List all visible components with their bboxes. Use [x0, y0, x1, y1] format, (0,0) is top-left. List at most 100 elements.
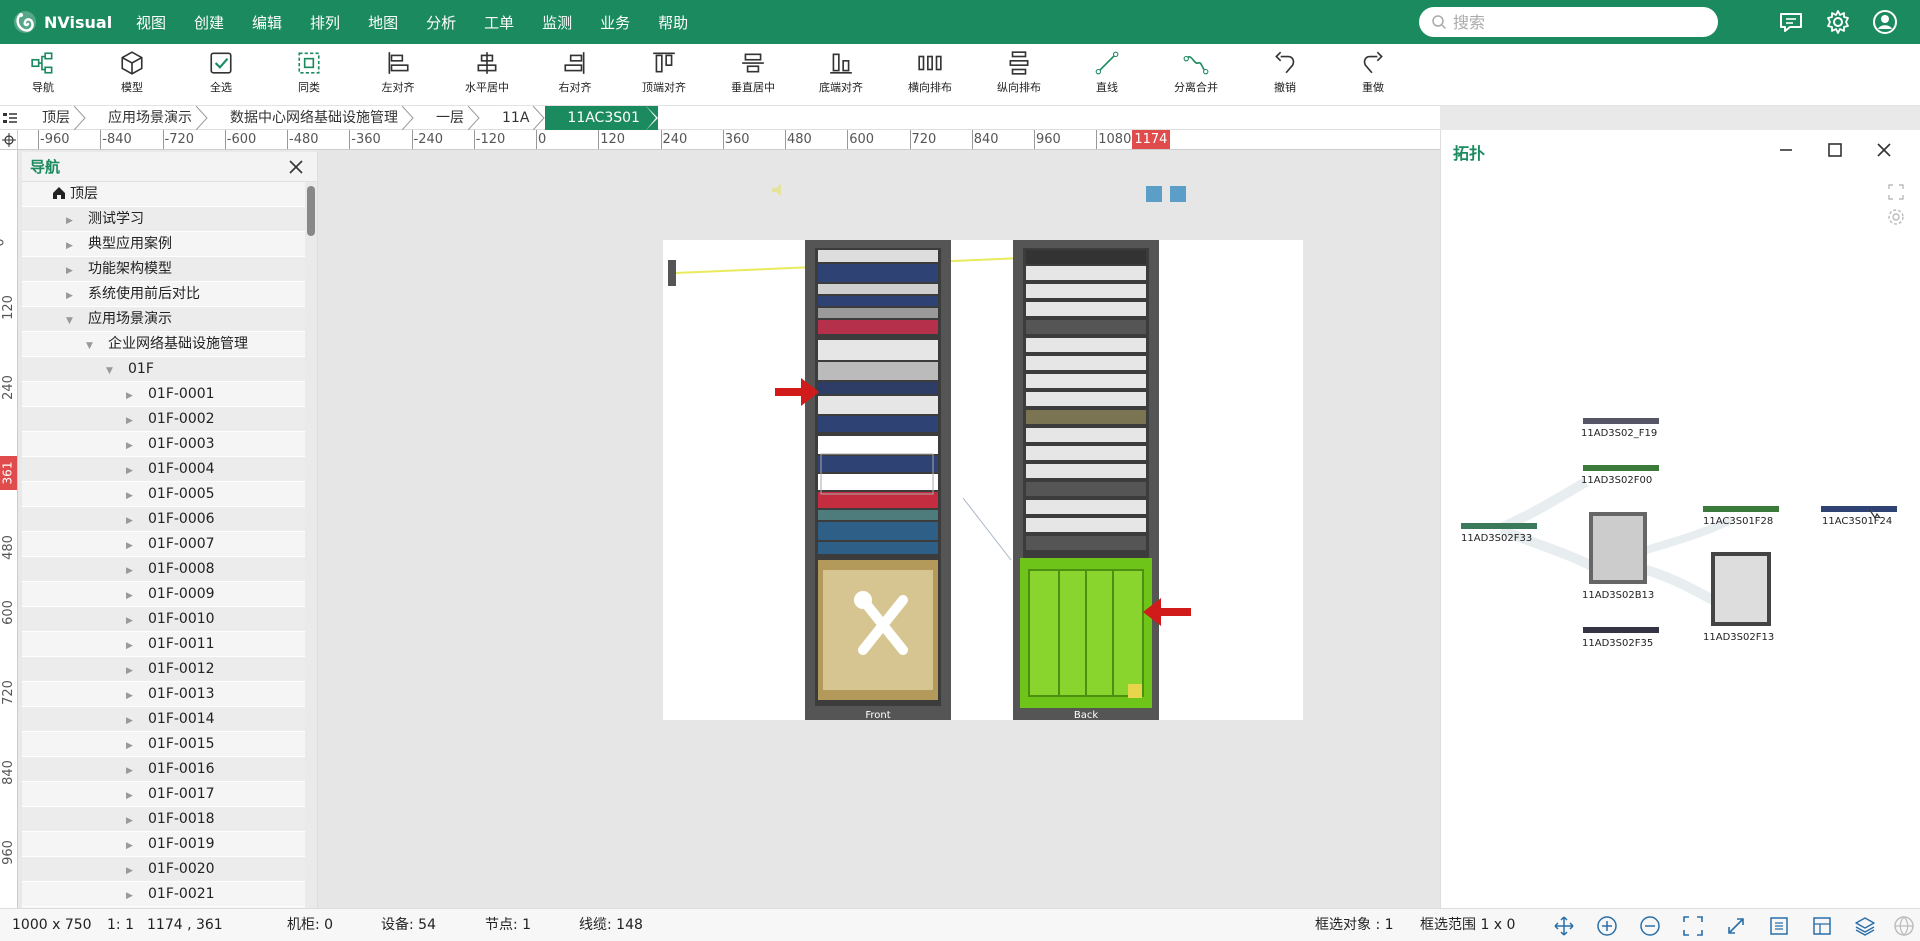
caret-right-icon[interactable]: ▶ [126, 859, 136, 884]
caret-down-icon[interactable]: ▼ [66, 309, 76, 334]
tree-root[interactable]: 顶层 [22, 182, 306, 207]
toolbar-button-split-merge[interactable]: 分离合并 [1161, 46, 1231, 102]
toolbar-button-cube[interactable]: 模型 [97, 46, 167, 102]
ruler-corner[interactable] [0, 130, 18, 150]
zoom-out-icon[interactable] [1639, 915, 1661, 937]
menu-item[interactable]: 编辑 [252, 12, 282, 33]
menu-item[interactable]: 业务 [600, 12, 630, 33]
expand-icon[interactable] [1725, 915, 1747, 937]
caret-right-icon[interactable]: ▶ [126, 584, 136, 609]
chat-icon[interactable] [1778, 9, 1804, 35]
caret-right-icon[interactable]: ▶ [126, 434, 136, 459]
tree-node[interactable]: ▶ 01F-0007 [22, 532, 306, 557]
layer-badge[interactable] [1170, 186, 1186, 202]
caret-right-icon[interactable]: ▶ [126, 709, 136, 734]
globe-icon[interactable] [1893, 915, 1915, 937]
caret-right-icon[interactable]: ▶ [126, 609, 136, 634]
caret-right-icon[interactable]: ▶ [66, 234, 76, 259]
tree-node[interactable]: ▶ 01F-0021 [22, 882, 306, 907]
caret-right-icon[interactable]: ▶ [126, 684, 136, 709]
menu-item[interactable]: 监测 [542, 12, 572, 33]
tree-node[interactable]: ▶ 01F-0019 [22, 832, 306, 857]
tree-node[interactable]: ▶ 01F-0003 [22, 432, 306, 457]
caret-right-icon[interactable]: ▶ [126, 659, 136, 684]
caret-right-icon[interactable]: ▶ [126, 734, 136, 759]
tree-node[interactable]: ▶ 01F-0014 [22, 707, 306, 732]
breadcrumb-item[interactable]: 应用场景演示 [86, 106, 208, 130]
toolbar-button-redo[interactable]: 重做 [1338, 46, 1408, 102]
tree-node[interactable]: ▶ 01F-0006 [22, 507, 306, 532]
tree-node[interactable]: ▶ 测试学习 [22, 207, 306, 232]
pan-icon[interactable] [1553, 915, 1575, 937]
toolbar-button-align-left[interactable]: 左对齐 [363, 46, 433, 102]
breadcrumb-item[interactable]: 顶层 [20, 106, 86, 130]
search-input[interactable] [1453, 12, 1693, 32]
drawing-canvas[interactable]: Front Back [318, 150, 1440, 908]
caret-right-icon[interactable]: ▶ [126, 509, 136, 534]
gear-icon[interactable] [1825, 9, 1851, 35]
back-rack[interactable]: Back [1013, 240, 1159, 721]
tree-node[interactable]: ▶ 01F-0013 [22, 682, 306, 707]
tree-node[interactable]: ▶ 功能架构模型 [22, 257, 306, 282]
scrollbar-thumb[interactable] [307, 186, 315, 236]
toolbar-button-select-same[interactable]: 同类 [274, 46, 344, 102]
caret-right-icon[interactable]: ▶ [126, 384, 136, 409]
caret-right-icon[interactable]: ▶ [126, 534, 136, 559]
layers-icon[interactable] [1854, 915, 1876, 937]
tree-node[interactable]: ▶ 01F-0004 [22, 457, 306, 482]
tree-node[interactable]: ▼ 企业网络基础设施管理 [22, 332, 306, 357]
tree-node[interactable]: ▶ 01F-0015 [22, 732, 306, 757]
caret-right-icon[interactable]: ▶ [126, 634, 136, 659]
tree-toggle-icon[interactable] [3, 111, 17, 125]
menu-item[interactable]: 创建 [194, 12, 224, 33]
caret-right-icon[interactable]: ▶ [126, 884, 136, 908]
tree-node[interactable]: ▶ 01F-0016 [22, 757, 306, 782]
toolbar-button-nav-tree[interactable]: 导航 [8, 46, 78, 102]
tree-node[interactable]: ▼ 应用场景演示 [22, 307, 306, 332]
fit-view-icon[interactable] [1682, 915, 1704, 937]
tree-node[interactable]: ▶ 系统使用前后对比 [22, 282, 306, 307]
tree-node[interactable]: ▶ 典型应用案例 [22, 232, 306, 257]
toolbar-button-align-right[interactable]: 右对齐 [540, 46, 610, 102]
tree-node[interactable]: ▶ 01F-0005 [22, 482, 306, 507]
nav-scrollbar[interactable] [305, 182, 317, 908]
toolbar-button-align-center-h[interactable]: 水平居中 [452, 46, 522, 102]
menu-item[interactable]: 工单 [484, 12, 514, 33]
menu-item[interactable]: 帮助 [658, 12, 688, 33]
tree-node[interactable]: ▶ 01F-0011 [22, 632, 306, 657]
caret-down-icon[interactable]: ▼ [86, 334, 96, 359]
toolbar-button-select-all[interactable]: 全选 [186, 46, 256, 102]
breadcrumb-item[interactable]: 11A [480, 106, 546, 130]
search-box[interactable] [1419, 7, 1718, 37]
caret-right-icon[interactable]: ▶ [126, 759, 136, 784]
toolbar-button-distribute-v[interactable]: 纵向排布 [984, 46, 1054, 102]
caret-right-icon[interactable]: ▶ [126, 409, 136, 434]
tree-node[interactable]: ▶ 01F-0008 [22, 557, 306, 582]
toolbar-button-align-middle-v[interactable]: 垂直居中 [718, 46, 788, 102]
tree-node[interactable]: ▶ 01F-0002 [22, 407, 306, 432]
front-rack[interactable]: Front [805, 240, 951, 721]
caret-right-icon[interactable]: ▶ [66, 209, 76, 234]
menu-item[interactable]: 分析 [426, 12, 456, 33]
menu-item[interactable]: 视图 [136, 12, 166, 33]
caret-right-icon[interactable]: ▶ [66, 259, 76, 284]
toolbar-button-undo[interactable]: 撤销 [1250, 46, 1320, 102]
speaker-icon[interactable] [770, 182, 790, 198]
tree-node[interactable]: ▶ 01F-0009 [22, 582, 306, 607]
breadcrumb-item[interactable]: 一层 [414, 106, 480, 130]
caret-right-icon[interactable]: ▶ [126, 484, 136, 509]
tree-node[interactable]: ▶ 01F-0010 [22, 607, 306, 632]
tree-node[interactable]: ▼ 01F [22, 357, 306, 382]
caret-right-icon[interactable]: ▶ [126, 834, 136, 859]
caret-right-icon[interactable]: ▶ [126, 459, 136, 484]
panel-layout-icon[interactable] [1811, 915, 1833, 937]
tree-node[interactable]: ▶ 01F-0020 [22, 857, 306, 882]
caret-right-icon[interactable]: ▶ [66, 284, 76, 309]
menu-item[interactable]: 地图 [368, 12, 398, 33]
caret-right-icon[interactable]: ▶ [126, 784, 136, 809]
caret-right-icon[interactable]: ▶ [126, 559, 136, 584]
caret-right-icon[interactable]: ▶ [126, 809, 136, 834]
tree-node[interactable]: ▶ 01F-0017 [22, 782, 306, 807]
toolbar-button-distribute-h[interactable]: 横向排布 [895, 46, 965, 102]
tree-node[interactable]: ▶ 01F-0001 [22, 382, 306, 407]
